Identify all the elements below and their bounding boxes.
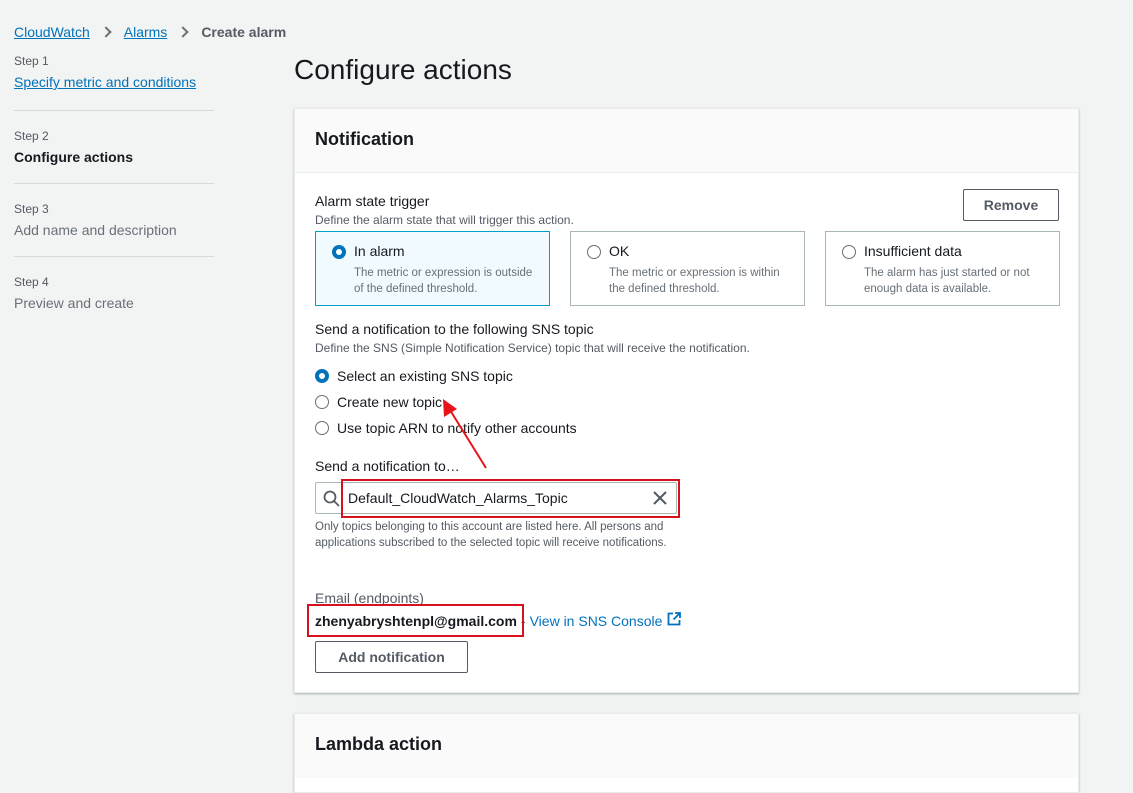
sns-topic-options: Select an existing SNS topic Create new … — [315, 363, 577, 441]
topic-hint: Only topics belonging to this account ar… — [315, 521, 667, 549]
alarm-state-trigger-desc: Define the alarm state that will trigger… — [315, 213, 574, 227]
tile-label: In alarm — [354, 243, 405, 259]
step-number: Step 3 — [14, 202, 49, 216]
tile-label: OK — [609, 243, 630, 259]
breadcrumb-alarms[interactable]: Alarms — [124, 24, 168, 40]
radio-unchecked-icon[interactable] — [315, 395, 329, 409]
breadcrumb: CloudWatch Alarms Create alarm — [14, 24, 286, 40]
option-existing-topic[interactable]: Select an existing SNS topic — [315, 363, 577, 389]
alarm-state-tiles: In alarm The metric or expression is out… — [315, 231, 1060, 306]
tile-label: Insufficient data — [864, 243, 962, 259]
step-link-specify-metric[interactable]: Specify metric and conditions — [14, 74, 196, 90]
tile-desc: The metric or expression is within the d… — [609, 267, 780, 295]
email-value: zhenyabryshtenpl@gmail.com — [315, 612, 517, 629]
option-label: Use topic ARN to notify other accounts — [337, 420, 577, 436]
topic-search-box[interactable] — [315, 482, 677, 514]
tile-ok[interactable]: OK The metric or expression is within th… — [570, 231, 805, 306]
step-title-configure-actions: Configure actions — [14, 149, 134, 165]
panel-header-notification: Notification — [295, 109, 1078, 173]
option-label: Select an existing SNS topic — [337, 368, 513, 384]
external-link-icon — [662, 612, 682, 629]
tile-in-alarm[interactable]: In alarm The metric or expression is out… — [315, 231, 550, 306]
chevron-right-icon — [177, 26, 189, 38]
email-endpoint-row: zhenyabryshtenpl@gmail.com - View in SNS… — [315, 612, 682, 629]
chevron-right-icon — [100, 26, 112, 38]
close-icon[interactable] — [652, 490, 668, 511]
radio-checked-icon[interactable] — [315, 369, 329, 383]
add-notification-button[interactable]: Add notification — [315, 641, 468, 673]
breadcrumb-current: Create alarm — [201, 24, 287, 40]
tile-insufficient-data[interactable]: Insufficient data The alarm has just sta… — [825, 231, 1060, 306]
sns-console-link-label: View in SNS Console — [529, 612, 663, 629]
lambda-action-panel: Lambda action — [294, 713, 1079, 793]
email-separator: - — [520, 612, 526, 629]
step-title-preview: Preview and create — [14, 295, 134, 311]
panel-header-lambda: Lambda action — [295, 714, 1078, 778]
step-title-add-name: Add name and description — [14, 222, 177, 238]
tile-desc: The alarm has just started or not enough… — [864, 267, 1030, 295]
radio-unchecked-icon[interactable] — [587, 245, 601, 259]
send-to-label: Send a notification to… — [315, 458, 460, 474]
search-icon — [323, 490, 340, 512]
sns-topic-desc: Define the SNS (Simple Notification Serv… — [315, 341, 750, 355]
step-number: Step 2 — [14, 129, 49, 143]
step-number: Step 4 — [14, 275, 49, 289]
tile-desc: The metric or expression is outside of t… — [354, 267, 533, 295]
sns-topic-label: Send a notification to the following SNS… — [315, 321, 594, 337]
wizard-step-2: Step 2 Configure actions — [14, 129, 214, 184]
option-label: Create new topic — [337, 394, 443, 410]
email-endpoints-label: Email (endpoints) — [315, 590, 424, 606]
remove-button[interactable]: Remove — [963, 189, 1059, 221]
notification-panel: Notification Alarm state trigger Define … — [294, 108, 1079, 693]
page-title: Configure actions — [294, 54, 512, 85]
option-topic-arn[interactable]: Use topic ARN to notify other accounts — [315, 415, 577, 441]
radio-unchecked-icon[interactable] — [315, 421, 329, 435]
view-in-sns-console-link[interactable]: View in SNS Console — [530, 612, 682, 629]
wizard-steps: Step 1 Specify metric and conditions Ste… — [14, 54, 214, 347]
step-number: Step 1 — [14, 54, 49, 68]
radio-checked-icon[interactable] — [332, 245, 346, 259]
breadcrumb-cloudwatch[interactable]: CloudWatch — [14, 24, 90, 40]
option-create-topic[interactable]: Create new topic — [315, 389, 577, 415]
wizard-step-4: Step 4 Preview and create — [14, 275, 214, 329]
alarm-state-trigger-label: Alarm state trigger — [315, 193, 430, 209]
wizard-step-1: Step 1 Specify metric and conditions — [14, 54, 214, 111]
topic-search-input[interactable] — [346, 483, 646, 513]
radio-unchecked-icon[interactable] — [842, 245, 856, 259]
wizard-step-3: Step 3 Add name and description — [14, 202, 214, 257]
